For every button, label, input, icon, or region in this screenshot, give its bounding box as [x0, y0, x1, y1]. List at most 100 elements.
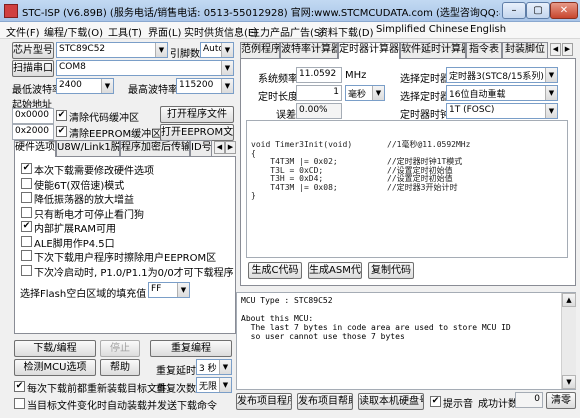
- publish-program-button[interactable]: 发布项目程序: [236, 393, 292, 410]
- hardware-option-checkbox[interactable]: [21, 192, 32, 203]
- menu-interface[interactable]: 界面(L): [148, 24, 181, 39]
- open-program-button[interactable]: 打开程序文件: [160, 106, 234, 123]
- generate-asm-button[interactable]: 生成ASM代码: [308, 262, 362, 279]
- copy-code-button[interactable]: 复制代码: [368, 262, 414, 279]
- tab-timer-calculator[interactable]: 定时器计算器: [338, 42, 400, 59]
- pin-count-select[interactable]: Auto ▼: [200, 42, 234, 58]
- tab-scroll-right-icon[interactable]: ▶: [225, 141, 236, 154]
- menu-simplified-chinese[interactable]: Simplified Chinese: [376, 24, 469, 35]
- chip-model-button[interactable]: 芯片型号: [12, 42, 54, 59]
- scroll-down-icon[interactable]: ▼: [562, 375, 576, 389]
- clear-code-checkbox[interactable]: ✔: [56, 110, 67, 121]
- max-baud-select[interactable]: 115200 ▼: [176, 78, 234, 94]
- flash-fill-select[interactable]: FF ▼: [148, 282, 190, 298]
- beep-checkbox[interactable]: ✔: [430, 396, 441, 407]
- app-icon: [4, 4, 18, 18]
- timer-clock-select[interactable]: 1T (FOSC) ▼: [446, 103, 558, 119]
- timer-length-input[interactable]: 1: [296, 85, 342, 101]
- code-address-input[interactable]: 0x0000: [12, 108, 54, 124]
- auto-send-checkbox[interactable]: [14, 398, 25, 409]
- eeprom-address-input[interactable]: 0x2000: [12, 124, 54, 140]
- code-comment: //定时器3开始计时: [387, 182, 458, 192]
- menu-file[interactable]: 文件(F): [6, 24, 40, 39]
- timer-select-label: 选择定时器: [400, 74, 450, 85]
- stop-button[interactable]: 停止: [100, 340, 140, 357]
- minimize-button[interactable]: –: [502, 2, 526, 19]
- hardware-option-label: 下次冷启动时, P1.0/P1.1为0/0才可下载程序: [34, 267, 234, 279]
- hardware-option-checkbox[interactable]: [21, 235, 32, 247]
- tab-offline[interactable]: U8W/Link1脱机: [56, 140, 120, 156]
- port-select[interactable]: COM8 ▼: [56, 60, 234, 76]
- tab-hardware-options[interactable]: 硬件选项: [14, 140, 56, 157]
- message-output-box[interactable]: MCU Type : STC89C52 About this MCU: The l…: [236, 292, 576, 390]
- tab-scroll-left-icon[interactable]: ◀: [550, 43, 561, 56]
- hardware-option-checkbox[interactable]: ✔: [21, 221, 32, 232]
- hardware-option-checkbox[interactable]: [21, 264, 32, 276]
- max-baud-value: 115200: [179, 80, 214, 90]
- publish-help-button[interactable]: 发布项目帮助: [297, 393, 353, 410]
- repeat-count-value: 无限: [199, 382, 218, 392]
- hardware-option-checkbox[interactable]: [21, 250, 32, 261]
- menu-tools[interactable]: 工具(T): [108, 24, 142, 39]
- tab-baud-calculator[interactable]: 波特率计算器: [280, 42, 338, 58]
- menu-english[interactable]: English: [470, 24, 506, 35]
- chevron-down-icon: ▼: [101, 79, 113, 93]
- timer-mode-value: 16位自动重载: [449, 90, 506, 100]
- error-label: 误差: [276, 110, 296, 121]
- chip-model-value: STC89C52: [59, 44, 106, 54]
- timer-mode-select[interactable]: 16位自动重载 ▼: [446, 85, 558, 101]
- scroll-up-icon[interactable]: ▲: [562, 293, 576, 307]
- message-scrollbar[interactable]: ▲ ▼: [561, 293, 576, 389]
- menu-supply-info[interactable]: 实时供货信息(E): [184, 24, 258, 39]
- sysfreq-unit: MHz: [345, 70, 367, 81]
- reprogram-button[interactable]: 重复编程: [150, 340, 232, 357]
- clear-count-button[interactable]: 清零: [546, 392, 576, 409]
- tab-scroll-right-icon[interactable]: ▶: [562, 43, 573, 56]
- clear-eeprom-checkbox[interactable]: ✔: [56, 126, 67, 137]
- timer-unit-select[interactable]: 毫秒 ▼: [345, 85, 385, 101]
- tab-example-programs[interactable]: 范例程序: [240, 42, 280, 58]
- hardware-option-checkbox[interactable]: [21, 206, 32, 218]
- chevron-down-icon: ▼: [545, 86, 557, 100]
- tab-instruction-table[interactable]: 指令表: [466, 42, 502, 58]
- timer-unit-value: 毫秒: [348, 90, 367, 100]
- close-button[interactable]: ✕: [550, 2, 578, 19]
- timer-clock-label: 定时器时钟: [400, 110, 450, 121]
- scan-port-button[interactable]: 扫描串口: [12, 60, 54, 77]
- message-line: so user cannot use those 7 bytes: [241, 332, 405, 341]
- download-button[interactable]: 下载/编程: [14, 340, 96, 357]
- maximize-button[interactable]: ▢: [526, 2, 550, 19]
- timer-select[interactable]: 定时器3(STC8/15系列) ▼: [446, 67, 558, 83]
- generate-c-button[interactable]: 生成C代码: [248, 262, 302, 279]
- menu-products[interactable]: 主力产品广告(S): [250, 24, 324, 39]
- timer-select-value: 定时器3(STC8/15系列): [449, 72, 544, 82]
- flash-fill-label: 选择Flash空白区域的填充值: [20, 289, 147, 300]
- reload-file-checkbox[interactable]: ✔: [14, 381, 25, 392]
- auto-send-label: 当目标文件变化时自动装载并发送下载命令: [27, 401, 217, 412]
- min-baud-select[interactable]: 2400 ▼: [56, 78, 114, 94]
- chevron-down-icon: ▼: [545, 68, 557, 82]
- menu-downloads[interactable]: 资料下载(D): [318, 24, 374, 39]
- chip-model-select[interactable]: STC89C52 ▼: [56, 42, 168, 58]
- repeat-delay-select[interactable]: 3 秒 ▼: [196, 359, 232, 375]
- repeat-count-select[interactable]: 无限 ▼: [196, 377, 232, 393]
- tab-scroll-left-icon[interactable]: ◀: [214, 141, 225, 154]
- message-line: [241, 305, 571, 314]
- sysfreq-input[interactable]: 11.0592: [296, 67, 342, 83]
- help-button[interactable]: 帮助: [100, 359, 140, 376]
- read-disk-id-button[interactable]: 读取本机硬盘号: [358, 393, 424, 410]
- hardware-option-checkbox[interactable]: ✔: [21, 163, 32, 174]
- hardware-option-checkbox[interactable]: [21, 177, 32, 189]
- tab-id[interactable]: ID号: [190, 140, 212, 156]
- open-eeprom-button[interactable]: 打开EEPROM文件: [160, 124, 234, 141]
- tab-encrypted-transfer[interactable]: 程序加密后传输: [120, 140, 190, 156]
- menu-program[interactable]: 编程/下载(O): [44, 24, 103, 39]
- tab-package-pins[interactable]: 封装脚位: [502, 42, 548, 58]
- success-count-label: 成功计数: [478, 399, 518, 410]
- detect-mcu-button[interactable]: 检测MCU选项: [14, 359, 96, 376]
- hardware-option-label: 下次下载用户程序时擦除用户EEPROM区: [34, 253, 217, 264]
- clear-code-label: 清除代码缓冲区: [69, 113, 139, 124]
- clear-eeprom-label: 清除EEPROM缓冲区: [69, 129, 162, 140]
- tab-delay-calculator[interactable]: 软件延时计算器: [400, 42, 466, 58]
- generated-code-box[interactable]: void Timer3Init(void)//1毫秒@11.0592MHz{ T…: [246, 120, 568, 258]
